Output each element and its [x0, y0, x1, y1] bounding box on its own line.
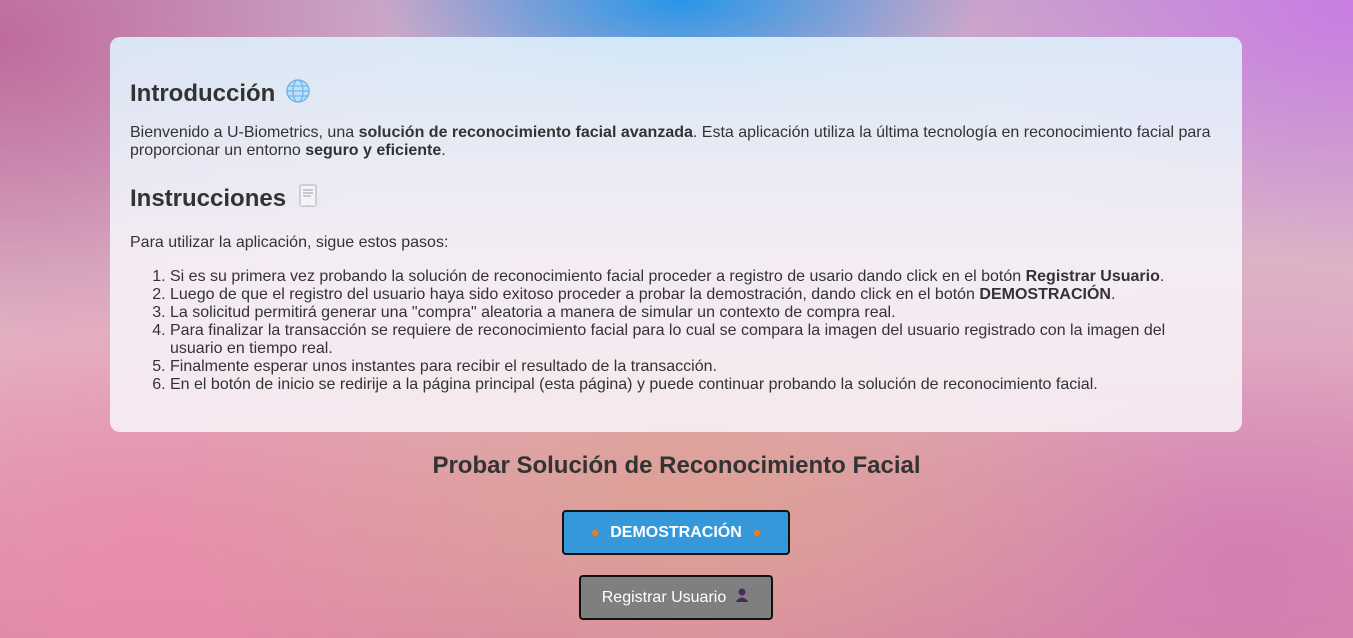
info-card: Introducción Bienvenido a U-Biometrics, …	[110, 37, 1242, 432]
step-after: .	[1110, 286, 1116, 303]
step-item: Para finalizar la transacción se requier…	[170, 322, 1222, 358]
step-text: Si es su primera vez probando la solució…	[170, 268, 1026, 285]
intro-title: Introducción	[130, 80, 276, 107]
step-after: .	[1159, 268, 1165, 285]
register-user-button[interactable]: Registrar Usuario	[579, 575, 773, 620]
demo-button[interactable]: DEMOSTRACIÓN	[562, 510, 790, 555]
intro-paragraph: Bienvenido a U-Biometrics, una solución …	[130, 124, 1222, 160]
step-item: La solicitud permitirá generar una "comp…	[170, 304, 1222, 322]
step-bold: Registrar Usuario	[1025, 268, 1160, 285]
instructions-heading: Instrucciones	[130, 178, 1222, 220]
step-text: La solicitud permitirá generar una "comp…	[170, 304, 896, 321]
step-text: Para finalizar la transacción se requier…	[170, 322, 1166, 357]
document-icon	[296, 183, 320, 216]
instructions-lead: Para utilizar la aplicación, sigue estos…	[130, 234, 449, 251]
cta-title: Probar Solución de Reconocimiento Facial	[432, 452, 921, 479]
step-item: Si es su primera vez probando la solució…	[170, 268, 1222, 286]
intro-bold-1: solución de reconocimiento facial avanza…	[358, 124, 693, 141]
step-text: En el botón de inicio se redirije a la p…	[170, 376, 1098, 393]
register-button-label: Registrar Usuario	[601, 588, 727, 606]
step-text: Luego de que el registro del usuario hay…	[170, 286, 980, 303]
demo-button-label: DEMOSTRACIÓN	[610, 523, 742, 541]
instructions-title: Instrucciones	[130, 185, 287, 212]
intro-heading: Introducción	[130, 73, 1222, 115]
intro-bold-2: seguro y eficiente	[305, 142, 442, 159]
step-item: En el botón de inicio se redirije a la p…	[170, 376, 1222, 394]
step-item: Finalmente esperar unos instantes para r…	[170, 358, 1222, 376]
step-bold: DEMOSTRACIÓN	[979, 286, 1111, 303]
user-icon	[734, 587, 750, 608]
globe-icon	[285, 78, 311, 111]
intro-text-1: Bienvenido a U-Biometrics, una	[130, 124, 359, 141]
steps-list: Si es su primera vez probando la solució…	[130, 268, 1222, 394]
intro-text-3: .	[441, 142, 446, 159]
diamond-icon	[590, 528, 600, 537]
step-text: Finalmente esperar unos instantes para r…	[170, 358, 717, 375]
diamond-icon	[752, 528, 762, 537]
step-item: Luego de que el registro del usuario hay…	[170, 286, 1222, 304]
